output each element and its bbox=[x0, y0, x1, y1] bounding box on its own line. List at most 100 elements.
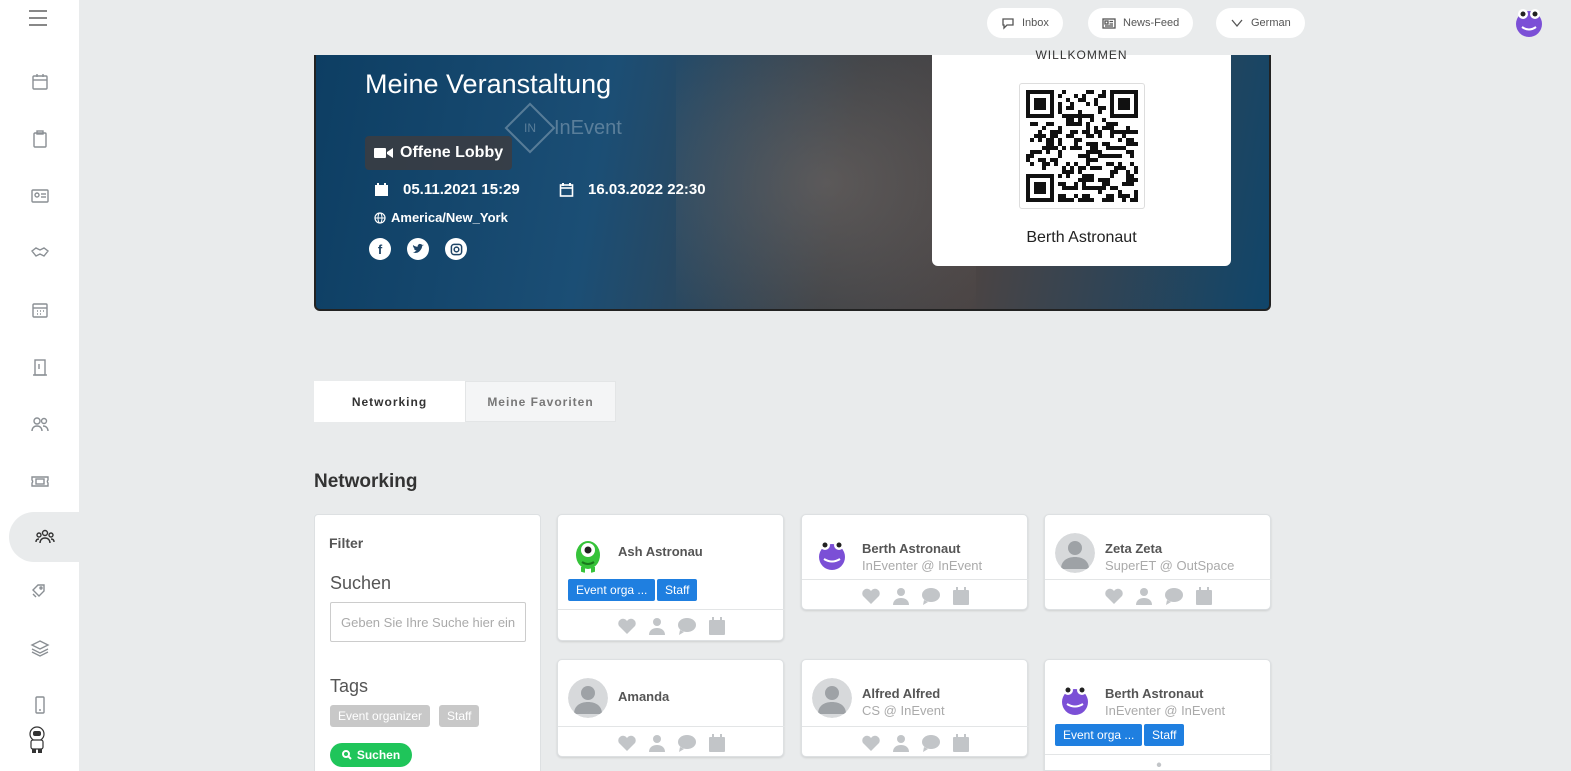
search-input[interactable] bbox=[330, 602, 526, 642]
chat-icon[interactable] bbox=[677, 617, 697, 635]
building-icon bbox=[32, 359, 47, 376]
sidebar-item-layers[interactable] bbox=[0, 623, 79, 673]
welcome-text: WILLKOMMEN bbox=[1035, 48, 1128, 62]
sidebar bbox=[0, 0, 81, 771]
group-icon bbox=[35, 529, 55, 544]
person-card[interactable]: Ash Astronau Event orga ... Staff bbox=[557, 514, 785, 641]
sidebar-item-calendar[interactable] bbox=[0, 57, 79, 107]
person-card[interactable]: Zeta Zeta SuperET @ OutSpace bbox=[1044, 514, 1272, 610]
instagram-icon[interactable] bbox=[445, 238, 467, 260]
badge-event-organizer[interactable]: Event orga ... bbox=[1055, 724, 1143, 746]
mobile-icon bbox=[34, 696, 45, 714]
calendar-icon[interactable] bbox=[707, 616, 727, 635]
heart-icon[interactable] bbox=[617, 617, 637, 635]
sidebar-item-id-card[interactable] bbox=[0, 171, 79, 221]
user-avatar[interactable] bbox=[1513, 6, 1545, 38]
sidebar-item-sponsors[interactable] bbox=[0, 228, 79, 278]
inbox-label: Inbox bbox=[1022, 17, 1049, 29]
person-card[interactable]: Alfred Alfred CS @ InEvent bbox=[801, 659, 1029, 758]
globe-icon bbox=[374, 211, 386, 224]
badge-staff[interactable]: Staff bbox=[657, 579, 698, 601]
open-lobby-button[interactable]: Offene Lobby bbox=[365, 136, 513, 170]
chat-icon[interactable] bbox=[921, 734, 941, 752]
sidebar-item-clipboard[interactable] bbox=[0, 114, 79, 164]
qr-owner-name: Berth Astronaut bbox=[1026, 229, 1137, 246]
newspaper-icon bbox=[1102, 18, 1116, 29]
sidebar-item-tickets[interactable] bbox=[0, 456, 79, 506]
sidebar-item-mobile[interactable] bbox=[0, 680, 79, 730]
users-icon bbox=[30, 417, 49, 432]
chat-bubble-icon bbox=[1002, 18, 1014, 30]
avatar bbox=[812, 678, 852, 718]
calendar-icon[interactable] bbox=[1194, 586, 1214, 605]
person-name: Zeta Zeta bbox=[1105, 541, 1163, 556]
person-name: Ash Astronau bbox=[618, 544, 703, 559]
search-icon bbox=[341, 750, 352, 760]
event-title: Meine Veranstaltung bbox=[365, 69, 612, 99]
person-card[interactable]: Berth Astronaut InEventer @ InEvent bbox=[801, 514, 1029, 611]
qr-badge-card: WILLKOMMEN Berth Astronaut bbox=[932, 48, 1231, 266]
sidebar-item-attendees[interactable] bbox=[0, 399, 79, 449]
calendar-icon bbox=[375, 183, 388, 196]
user-icon[interactable] bbox=[1149, 762, 1169, 771]
badge-event-organizer[interactable]: Event orga ... bbox=[568, 579, 656, 601]
user-icon[interactable] bbox=[1134, 587, 1154, 605]
calendar-icon bbox=[31, 74, 48, 90]
chat-icon[interactable] bbox=[921, 587, 941, 605]
card-actions bbox=[802, 726, 1029, 758]
video-camera-icon bbox=[374, 148, 393, 158]
qr-code bbox=[1019, 83, 1145, 209]
person-subtitle: InEventer @ InEvent bbox=[862, 558, 983, 573]
user-icon[interactable] bbox=[647, 734, 667, 752]
newsfeed-label: News-Feed bbox=[1123, 17, 1180, 29]
calendar-icon[interactable] bbox=[951, 733, 971, 752]
user-icon[interactable] bbox=[891, 587, 911, 605]
handshake-icon bbox=[30, 247, 49, 257]
networking-tabs: Networking Meine Favoriten bbox=[314, 381, 616, 422]
facebook-icon[interactable]: f bbox=[369, 238, 391, 260]
card-actions bbox=[1045, 754, 1272, 771]
chat-icon[interactable] bbox=[1164, 587, 1184, 605]
calendar-icon[interactable] bbox=[707, 733, 727, 752]
section-title: Networking bbox=[314, 471, 418, 492]
search-label: Suchen bbox=[330, 573, 392, 593]
search-button[interactable]: Suchen bbox=[330, 743, 412, 767]
language-select[interactable]: German bbox=[1216, 8, 1305, 38]
person-name: Berth Astronaut bbox=[1105, 686, 1204, 701]
heart-icon[interactable] bbox=[861, 587, 881, 605]
language-label: German bbox=[1251, 17, 1291, 29]
tags-label: Tags bbox=[330, 676, 369, 696]
badge-staff[interactable]: Staff bbox=[1144, 724, 1185, 746]
calendar-grid-icon bbox=[31, 303, 48, 318]
tab-networking[interactable]: Networking bbox=[314, 381, 465, 422]
user-icon[interactable] bbox=[647, 617, 667, 635]
heart-icon[interactable] bbox=[861, 734, 881, 752]
person-subtitle: SuperET @ OutSpace bbox=[1105, 558, 1235, 573]
newsfeed-button[interactable]: News-Feed bbox=[1088, 8, 1194, 38]
person-subtitle: CS @ InEvent bbox=[862, 703, 945, 718]
avatar bbox=[812, 533, 852, 573]
user-icon[interactable] bbox=[891, 734, 911, 752]
sidebar-item-rooms[interactable] bbox=[0, 342, 79, 392]
inbox-button[interactable]: Inbox bbox=[987, 8, 1063, 38]
avatar bbox=[1055, 533, 1095, 573]
tab-my-favorites[interactable]: Meine Favoriten bbox=[465, 381, 616, 422]
twitter-icon[interactable] bbox=[407, 238, 429, 260]
sidebar-item-networking[interactable] bbox=[9, 512, 81, 562]
person-name: Berth Astronaut bbox=[862, 541, 961, 556]
chat-icon[interactable] bbox=[677, 734, 697, 752]
tag-staff[interactable]: Staff bbox=[439, 705, 480, 727]
start-date: 05.11.2021 15:29 bbox=[374, 181, 520, 198]
card-actions bbox=[802, 579, 1029, 611]
person-card[interactable]: Berth Astronaut InEventer @ InEvent Even… bbox=[1044, 659, 1272, 771]
sidebar-item-agenda[interactable] bbox=[0, 285, 79, 335]
filter-heading: Filter bbox=[329, 535, 364, 551]
menu-toggle-icon[interactable] bbox=[29, 10, 47, 26]
sidebar-item-tags[interactable] bbox=[0, 567, 79, 617]
tag-event-organizer[interactable]: Event organizer bbox=[330, 705, 431, 727]
heart-icon[interactable] bbox=[617, 734, 637, 752]
ticket-icon bbox=[30, 476, 49, 487]
calendar-icon[interactable] bbox=[951, 586, 971, 605]
person-card[interactable]: Amanda bbox=[557, 659, 785, 757]
heart-icon[interactable] bbox=[1104, 587, 1124, 605]
